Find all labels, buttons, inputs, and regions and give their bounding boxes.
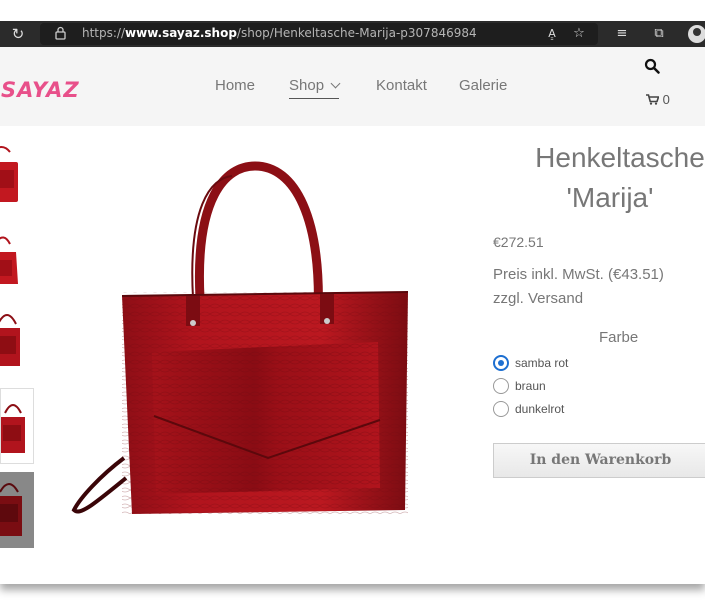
browser-toolbar: ↻ https://www.sayaz.shop/shop/Henkeltasc… — [0, 0, 705, 47]
lock-icon — [55, 26, 66, 40]
site-header — [0, 47, 705, 126]
product-title-line2: 'Marija' — [566, 182, 654, 213]
chevron-down-icon — [330, 78, 341, 89]
cart-count: 0 — [662, 92, 670, 107]
browser-window: ↻ https://www.sayaz.shop/shop/Henkeltasc… — [0, 0, 705, 584]
url-domain: www.sayaz.shop — [125, 26, 237, 40]
bag-thumbnail-image — [1, 404, 25, 453]
color-option-dunkelrot[interactable]: dunkelrot — [493, 401, 564, 417]
product-title-line1: Henkeltasche — [535, 142, 705, 173]
logo-text: SAYAZ — [1, 78, 80, 102]
url-path: /shop/Henkeltasche-Marija-p307846984 — [236, 26, 477, 40]
thumbnail-2[interactable] — [0, 222, 34, 298]
bag-thumbnail-image — [0, 236, 18, 284]
favorite-add-icon[interactable]: ☆ — [570, 25, 588, 43]
product-price: €272.51 — [493, 234, 544, 250]
nav-kontakt[interactable]: Kontakt — [376, 77, 427, 94]
thumbnail-1[interactable] — [0, 140, 34, 216]
thumbnail-5[interactable] — [0, 472, 34, 548]
cart-icon — [646, 94, 660, 105]
bag-thumbnail-image — [0, 483, 22, 536]
color-option-braun[interactable]: braun — [493, 378, 546, 394]
product-image — [71, 161, 409, 514]
nav-home[interactable]: Home — [215, 77, 255, 94]
color-option-text: samba rot — [515, 356, 569, 370]
nav-shop[interactable]: Shop — [289, 77, 341, 99]
favorites-icon[interactable]: ≡ — [613, 25, 631, 43]
thumbnail-4[interactable] — [0, 388, 34, 464]
tax-included-text: Preis inkl. MwSt. (€43.51) — [493, 266, 664, 283]
search-icon[interactable] — [644, 58, 660, 74]
color-option-text: dunkelrot — [515, 402, 565, 416]
bag-thumbnail-image — [0, 146, 18, 202]
radio-dunkelrot[interactable] — [493, 401, 509, 417]
color-option-label: Farbe — [599, 329, 639, 346]
color-option-samba-rot[interactable]: samba rot — [493, 355, 568, 371]
bag-thumbnail-image — [0, 314, 20, 366]
radio-samba-rot[interactable] — [493, 355, 509, 371]
thumbnail-3[interactable] — [0, 302, 34, 378]
profile-avatar[interactable] — [688, 25, 705, 43]
reload-icon[interactable]: ↻ — [9, 25, 27, 43]
add-to-cart-button[interactable]: In den Warenkorb — [493, 443, 705, 478]
nav-shop-label: Shop — [289, 77, 325, 94]
read-aloud-icon[interactable]: A͇ — [543, 25, 561, 43]
tax-info: Preis inkl. MwSt. (€43.51) zzgl. Versand — [493, 263, 693, 311]
url-prefix: https:// — [82, 26, 126, 40]
url-text[interactable]: https://www.sayaz.shop/shop/Henkeltasche… — [82, 26, 477, 40]
nav-galerie[interactable]: Galerie — [459, 77, 507, 94]
cart-link[interactable]: 0 — [646, 92, 670, 107]
shipping-text: zzgl. Versand — [493, 290, 584, 307]
color-option-text: braun — [515, 379, 546, 393]
collections-icon[interactable]: ⧉ — [650, 25, 668, 43]
site-logo[interactable]: SAYAZ — [0, 78, 80, 102]
product-title: Henkeltasche 'Marija' — [500, 138, 705, 218]
radio-braun[interactable] — [493, 378, 509, 394]
